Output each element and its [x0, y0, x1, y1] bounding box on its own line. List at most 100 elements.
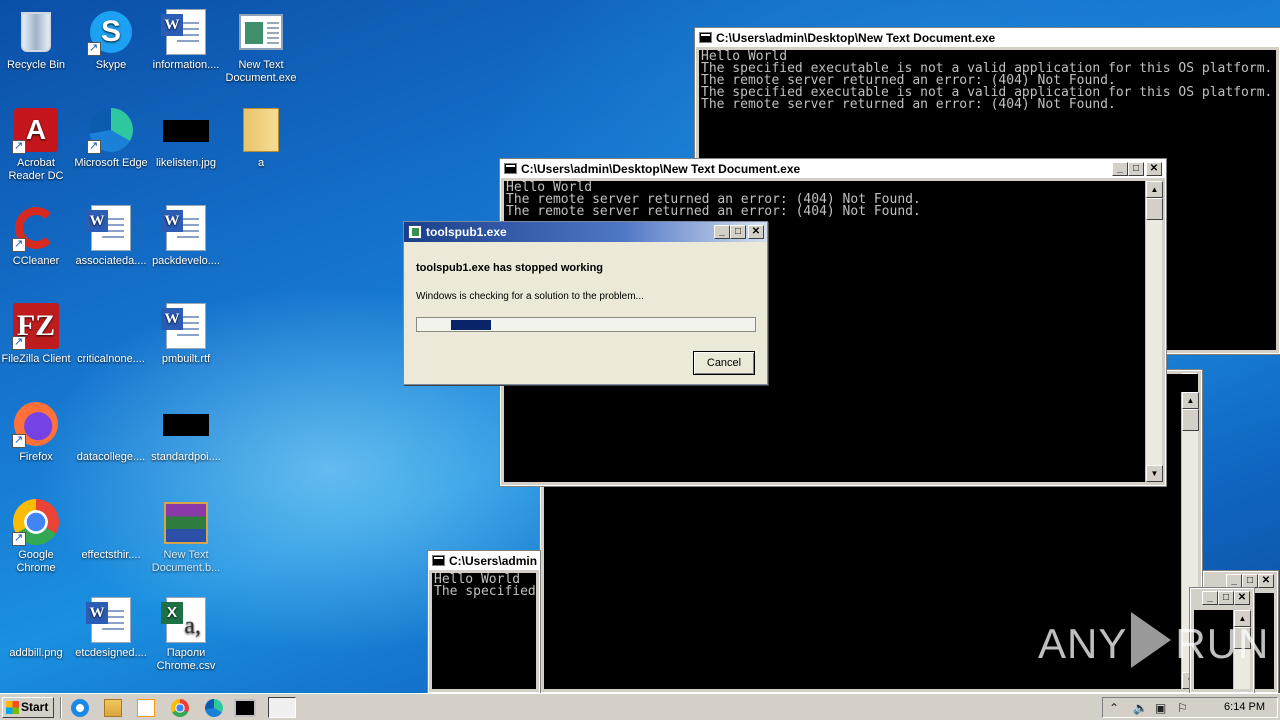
- shortcut-arrow-icon: [12, 531, 26, 546]
- maximize-button[interactable]: □: [1218, 591, 1234, 605]
- desktop-icon-filezilla[interactable]: FZ FileZilla Client: [0, 298, 74, 390]
- desktop-icon-information[interactable]: W information....: [148, 4, 224, 96]
- internet-explorer-icon[interactable]: [71, 699, 89, 717]
- show-hidden-icons-icon[interactable]: ⌃: [1109, 701, 1119, 715]
- start-button[interactable]: Start: [2, 697, 54, 718]
- desktop-icon-associateda[interactable]: W associateda....: [73, 200, 149, 292]
- start-label: Start: [21, 700, 49, 714]
- desktop-icon-new-text-document-exe[interactable]: New Text Document.exe: [223, 4, 299, 96]
- scroll-up-button[interactable]: ▲: [1182, 392, 1199, 409]
- dialog-heading: toolspub1.exe has stopped working: [416, 262, 604, 274]
- desktop-icon-firefox[interactable]: Firefox: [0, 396, 74, 488]
- desktop-icon-passwords-csv[interactable]: Xa, Пароли Chrome.csv: [148, 592, 224, 684]
- action-center-flag-icon[interactable]: ⚐: [1177, 701, 1188, 715]
- cancel-button[interactable]: Cancel: [693, 351, 755, 375]
- desktop-icon-addbill[interactable]: addbill.png: [0, 592, 74, 684]
- scroll-thumb[interactable]: [1182, 409, 1199, 431]
- blank-file-icon: [87, 498, 135, 546]
- skype-icon: S: [87, 8, 135, 56]
- console-title-bar[interactable]: C:\Users\admin\Desktop\New Text Document…: [696, 29, 1279, 47]
- dialog-message: Windows is checking for a solution to th…: [416, 291, 644, 302]
- desktop-icon-label: Recycle Bin: [6, 59, 66, 71]
- scroll-up-button[interactable]: ▲: [1146, 181, 1163, 198]
- shortcut-arrow-icon: [12, 335, 26, 350]
- dialog-title-bar[interactable]: toolspub1.exe _ □ ✕: [404, 222, 767, 242]
- desktop-icon-effectsthir[interactable]: effectsthir....: [73, 494, 149, 586]
- desktop-icon-skype[interactable]: S Skype: [73, 4, 149, 96]
- minimize-button[interactable]: _: [714, 225, 730, 239]
- desktop-icon-recycle-bin[interactable]: Recycle Bin: [0, 4, 74, 96]
- desktop-icon-edge[interactable]: Microsoft Edge: [73, 102, 149, 194]
- desktop-icon-label: Microsoft Edge: [74, 157, 148, 169]
- word-document-icon: W: [161, 302, 210, 350]
- desktop-icon-packdevelo[interactable]: W packdevelo....: [148, 200, 224, 292]
- desktop-icon-label: effectsthir....: [81, 549, 141, 561]
- excel-csv-icon: Xa,: [161, 596, 210, 644]
- acrobat-icon: A: [12, 106, 60, 154]
- maximize-button[interactable]: □: [730, 225, 746, 239]
- word-document-icon: W: [86, 204, 135, 252]
- command-prompt-icon: [504, 163, 517, 174]
- edge-taskbar-icon[interactable]: [205, 699, 223, 717]
- desktop-icon-label: information....: [152, 59, 220, 71]
- desktop-icon-chrome[interactable]: Google Chrome: [0, 494, 74, 586]
- desktop-icon-label: CCleaner: [12, 255, 60, 267]
- close-button[interactable]: ✕: [1234, 591, 1250, 605]
- console-taskbar-icon[interactable]: [234, 699, 256, 717]
- desktop-icon-folder-a[interactable]: a: [223, 102, 299, 194]
- executable-icon: [237, 8, 285, 56]
- progress-marquee: [451, 320, 491, 330]
- desktop-icon-label: Пароли Chrome.csv: [156, 647, 216, 672]
- console-title-bar[interactable]: C:\Users\admin: [429, 552, 539, 570]
- network-icon[interactable]: ▣: [1155, 701, 1166, 715]
- taskbar-clock[interactable]: 6:14 PM: [1224, 701, 1265, 713]
- windows-logo-icon: [6, 701, 19, 714]
- minimize-button[interactable]: _: [1202, 591, 1218, 605]
- maximize-button[interactable]: □: [1128, 162, 1144, 176]
- watermark-text-left: ANY: [1038, 620, 1128, 667]
- file-explorer-icon[interactable]: [104, 699, 122, 717]
- scroll-thumb[interactable]: [1146, 198, 1163, 220]
- desktop-icon-label: standardpoi....: [151, 451, 221, 463]
- command-prompt-icon: [432, 555, 445, 566]
- desktop-icon-standardpoi[interactable]: standardpoi....: [148, 396, 224, 488]
- app-crash-dialog[interactable]: toolspub1.exe _ □ ✕ toolspub1.exe has st…: [403, 221, 768, 385]
- desktop-icon-criticalnone[interactable]: criticalnone....: [73, 298, 149, 390]
- media-player-icon[interactable]: [137, 699, 155, 717]
- console-title: C:\Users\admin\Desktop\New Text Document…: [521, 162, 801, 176]
- minimize-button[interactable]: _: [1112, 162, 1128, 176]
- close-button[interactable]: ✕: [748, 225, 764, 239]
- word-document-icon: W: [86, 596, 135, 644]
- desktop-icon-etcdesigned[interactable]: W etcdesigned....: [73, 592, 149, 684]
- desktop-icon-label: a: [257, 157, 265, 169]
- desktop-icon-ccleaner[interactable]: CCleaner: [0, 200, 74, 292]
- winrar-icon: [162, 498, 210, 546]
- system-tray: ⌃ 🔈 ▣ ⚐ 6:14 PM: [1102, 697, 1278, 718]
- close-button[interactable]: ✕: [1146, 162, 1162, 176]
- scroll-down-button[interactable]: ▼: [1146, 465, 1163, 482]
- crash-dialog-taskbar-icon[interactable]: [268, 697, 296, 718]
- taskbar-separator: [60, 697, 62, 718]
- volume-icon[interactable]: 🔈: [1133, 701, 1148, 715]
- desktop-icon-label: New Text Document.exe: [225, 59, 297, 84]
- maximize-button[interactable]: □: [1242, 574, 1258, 588]
- desktop-icon-pmbuilt[interactable]: W pmbuilt.rtf: [148, 298, 224, 390]
- chrome-taskbar-icon[interactable]: [171, 699, 189, 717]
- desktop-icon-acrobat[interactable]: A Acrobat Reader DC: [0, 102, 74, 194]
- image-icon: [162, 400, 210, 448]
- desktop-icon-new-text-document-b[interactable]: New Text Document.b...: [148, 494, 224, 586]
- app-icon: [408, 225, 422, 239]
- console-title-bar[interactable]: C:\Users\admin\Desktop\New Text Document…: [501, 160, 1165, 178]
- console-title: C:\Users\admin: [449, 554, 538, 568]
- minimize-button[interactable]: _: [1226, 574, 1242, 588]
- vertical-scrollbar[interactable]: ▲ ▼: [1145, 181, 1163, 482]
- filezilla-icon: FZ: [12, 302, 60, 350]
- desktop-icon-label: FileZilla Client: [1, 353, 71, 365]
- console-window-3[interactable]: C:\Users\admin Hello World The specified: [427, 550, 541, 694]
- console-output: Hello World The specified: [432, 573, 536, 689]
- desktop-icon-datacollege[interactable]: datacollege....: [73, 396, 149, 488]
- desktop-icon-likelisten[interactable]: likelisten.jpg: [148, 102, 224, 194]
- desktop-icon-label: Skype: [95, 59, 127, 71]
- watermark-text-right: RUN: [1175, 620, 1270, 667]
- close-button[interactable]: ✕: [1258, 574, 1274, 588]
